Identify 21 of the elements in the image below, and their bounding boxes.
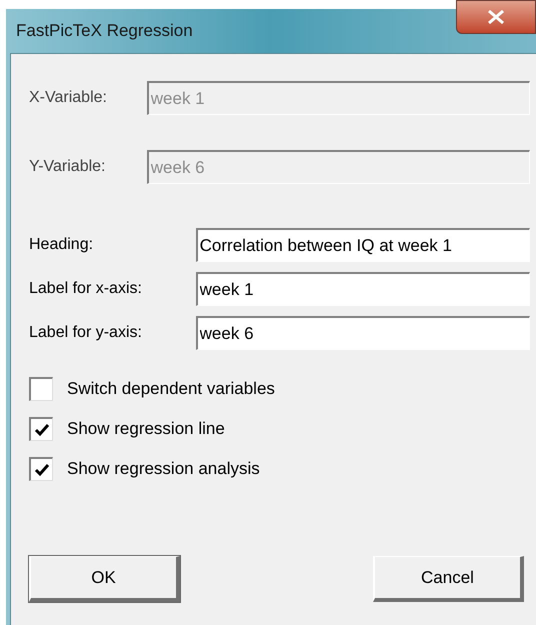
check-icon [34, 462, 50, 476]
close-icon [487, 10, 505, 24]
field-label: X-Variable: [29, 88, 108, 108]
cancel-button[interactable]: Cancel [373, 556, 524, 602]
field-label: Heading: [29, 235, 94, 255]
input-field[interactable]: Correlation between IQ at week 1 [196, 228, 530, 262]
close-button[interactable] [456, 0, 536, 34]
checkbox[interactable] [29, 417, 53, 441]
field-label: Label for x-axis: [29, 279, 143, 299]
input-field[interactable]: week 6 [196, 316, 530, 350]
field-label: Y-Variable: [29, 157, 106, 177]
checkbox-label: Switch dependent variables [67, 378, 275, 400]
input-field[interactable]: week 1 [196, 272, 530, 306]
checkbox-label: Show regression analysis [67, 458, 260, 480]
ok-button[interactable]: OK [29, 556, 180, 602]
checkbox[interactable] [29, 377, 53, 401]
checkbox[interactable] [29, 457, 53, 481]
field-label: Label for y-axis: [29, 323, 143, 343]
checkbox-label: Show regression line [67, 418, 225, 440]
window-title: FastPicTeX Regression [16, 20, 193, 42]
check-icon [34, 422, 50, 436]
